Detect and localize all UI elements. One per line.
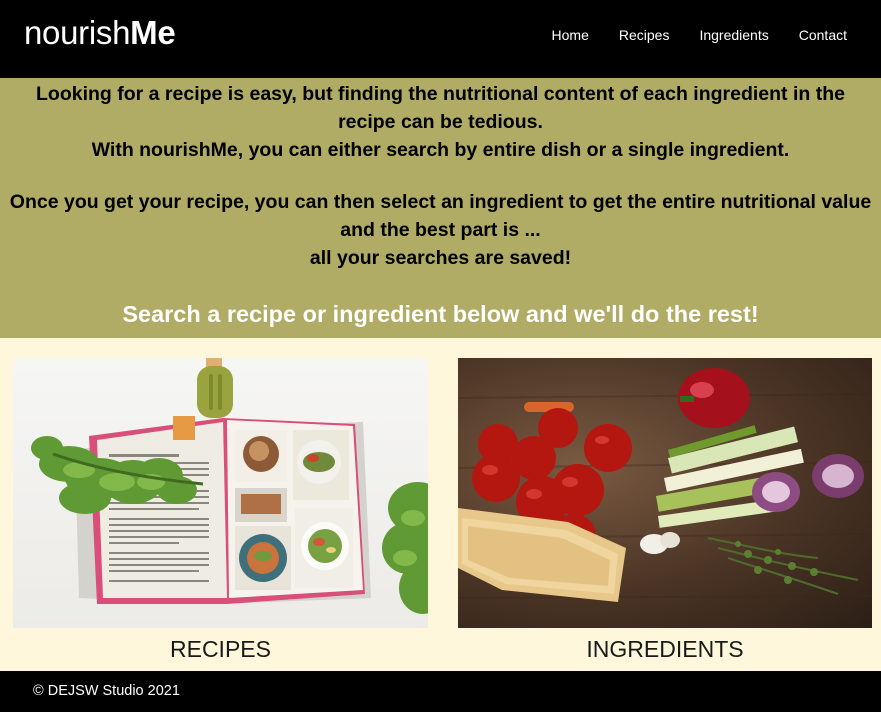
intro-line-6: all your searches are saved! bbox=[309, 247, 572, 269]
brand-name-part1: nourish bbox=[24, 14, 131, 51]
nav-contact-link[interactable]: Contact bbox=[799, 26, 847, 44]
top-navbar: nourishMe Home Recipes Ingredients Conta… bbox=[0, 0, 881, 78]
ingredients-image[interactable] bbox=[458, 358, 872, 628]
nav-recipes-link[interactable]: Recipes bbox=[619, 26, 670, 44]
intro-line-4: Once you get your recipe, you can then s… bbox=[9, 191, 872, 213]
intro-line-5: and the best part is ... bbox=[340, 219, 541, 241]
intro-banner: Looking for a recipe is easy, but findin… bbox=[0, 78, 881, 338]
copyright-icon: © bbox=[33, 683, 44, 699]
nav-ingredients-link[interactable]: Ingredients bbox=[699, 26, 768, 44]
recipes-label[interactable]: RECIPES bbox=[13, 631, 428, 667]
search-cards: RECIPES INGREDIENTS bbox=[0, 338, 881, 671]
intro-line-3: With nourishMe, you can either search by… bbox=[91, 139, 790, 161]
recipes-card[interactable]: RECIPES bbox=[13, 358, 428, 667]
ingredients-illustration bbox=[458, 368, 872, 602]
call-to-action: Search a recipe or ingredient below and … bbox=[122, 301, 759, 327]
intro-line-2: recipe can be tedious. bbox=[338, 111, 543, 133]
page-footer: © DEJSW Studio 2021 bbox=[0, 671, 881, 712]
brand-logo[interactable]: nourishMe bbox=[24, 14, 176, 52]
footer-text: DEJSW Studio 2021 bbox=[47, 683, 180, 699]
recipe-book-image[interactable] bbox=[13, 358, 428, 628]
nav-home-link[interactable]: Home bbox=[552, 26, 589, 44]
nav-links: Home Recipes Ingredients Contact bbox=[522, 26, 847, 44]
ingredients-card[interactable]: INGREDIENTS bbox=[458, 358, 872, 667]
ingredients-label[interactable]: INGREDIENTS bbox=[458, 631, 872, 667]
brand-name-part2: Me bbox=[130, 14, 176, 51]
recipe-book-illustration bbox=[31, 358, 428, 614]
intro-line-1: Looking for a recipe is easy, but findin… bbox=[36, 83, 845, 105]
intro-paragraph-1: Looking for a recipe is easy, but findin… bbox=[0, 80, 881, 136]
footer-copyright: © DEJSW Studio 2021 bbox=[33, 683, 180, 700]
